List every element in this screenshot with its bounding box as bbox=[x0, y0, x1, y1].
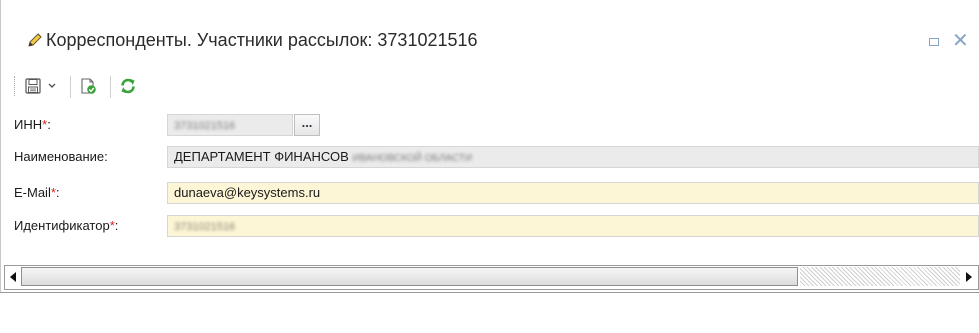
name-value-hidden: ИВАНОВСКОЙ ОБЛАСТИ bbox=[352, 153, 473, 164]
scrollbar-hatch bbox=[800, 267, 960, 286]
inn-row: ИНН*: 3731021516 ... bbox=[0, 114, 979, 138]
document-check-icon bbox=[81, 78, 96, 94]
toolbar-separator bbox=[70, 76, 71, 98]
correspondent-window: Корреспонденты. Участники рассылок: 3731… bbox=[0, 0, 979, 333]
save-button[interactable] bbox=[22, 74, 44, 98]
horizontal-scrollbar[interactable] bbox=[4, 265, 979, 290]
arrow-left-icon bbox=[10, 271, 16, 282]
email-row: E-Mail*: dunaeva@keysystems.ru bbox=[0, 182, 979, 206]
email-value: dunaeva@keysystems.ru bbox=[174, 185, 321, 200]
arrow-right-icon bbox=[966, 271, 972, 282]
name-label: Наименование: bbox=[14, 149, 108, 164]
check-button[interactable] bbox=[76, 74, 100, 98]
restore-icon bbox=[929, 38, 939, 46]
email-field[interactable]: dunaeva@keysystems.ru bbox=[167, 182, 979, 204]
bottom-pane bbox=[0, 292, 979, 333]
restore-button[interactable] bbox=[925, 33, 941, 49]
inn-lookup-button[interactable]: ... bbox=[294, 114, 320, 136]
email-label: E-Mail*: bbox=[14, 185, 60, 200]
chevron-down-icon bbox=[48, 83, 56, 88]
close-button[interactable]: ✕ bbox=[952, 31, 969, 51]
identifier-field[interactable]: 3731021516 bbox=[167, 215, 979, 237]
toolbar-grip bbox=[14, 76, 18, 96]
scrollbar-thumb[interactable] bbox=[21, 267, 798, 286]
identifier-row: Идентификатор*: 3731021516 bbox=[0, 214, 979, 238]
save-dropdown-button[interactable] bbox=[45, 74, 59, 98]
toolbar bbox=[14, 74, 314, 100]
window-title: Корреспонденты. Участники рассылок: 3731… bbox=[46, 30, 478, 50]
inn-value: 3731021516 bbox=[174, 120, 236, 132]
inn-field[interactable]: 3731021516 bbox=[167, 114, 293, 136]
name-field[interactable]: ДЕПАРТАМЕНТ ФИНАНСОВ ИВАНОВСКОЙ ОБЛАСТИ bbox=[167, 146, 979, 168]
inn-label: ИНН*: bbox=[14, 117, 51, 132]
title-bar: Корреспонденты. Участники рассылок: 3731… bbox=[0, 0, 979, 60]
toolbar-separator bbox=[110, 76, 111, 98]
save-icon bbox=[25, 78, 41, 94]
name-value: ДЕПАРТАМЕНТ ФИНАНСОВ bbox=[174, 149, 349, 164]
refresh-button[interactable] bbox=[116, 74, 140, 98]
identifier-value: 3731021516 bbox=[174, 221, 236, 233]
name-row: Наименование: ДЕПАРТАМЕНТ ФИНАНСОВ ИВАНО… bbox=[0, 145, 979, 169]
scroll-left-button[interactable] bbox=[6, 268, 20, 285]
identifier-label: Идентификатор*: bbox=[14, 218, 119, 233]
scroll-right-button[interactable] bbox=[962, 268, 976, 285]
refresh-icon bbox=[121, 78, 135, 94]
pencil-icon bbox=[28, 33, 42, 47]
